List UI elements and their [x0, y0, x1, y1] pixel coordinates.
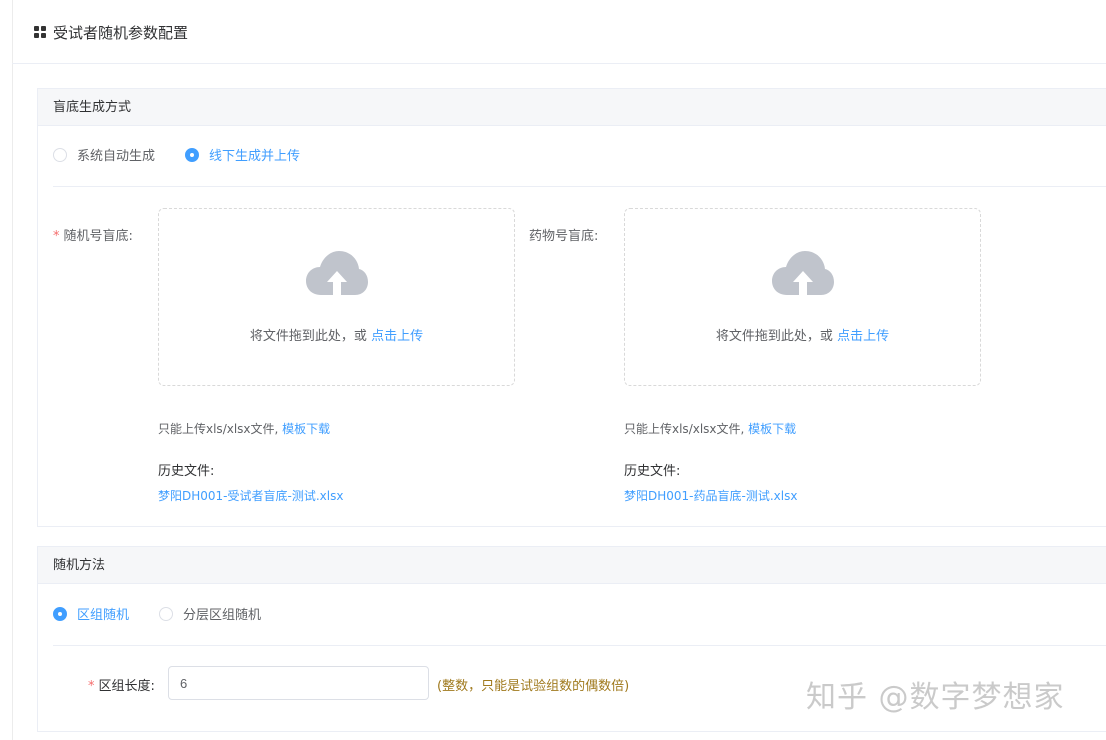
- block-length-hint: (整数，只能是试验组数的偶数倍): [437, 679, 630, 694]
- drug-history-file-link[interactable]: 梦阳DH001-药品盲底-测试.xlsx: [624, 487, 797, 504]
- drug-upload-tip: 只能上传xls/xlsx文件, 模板下载: [624, 420, 796, 437]
- radio-auto-generate[interactable]: 系统自动生成: [53, 145, 155, 164]
- radio-block-random[interactable]: 区组随机: [53, 604, 129, 623]
- drug-tip-text: 只能上传xls/xlsx文件,: [624, 422, 749, 436]
- blind-method-radio-group: 系统自动生成 线下生成并上传: [53, 145, 330, 164]
- radio-label-block: 区组随机: [77, 608, 130, 623]
- required-mark: *: [88, 679, 95, 694]
- radio-dot-block[interactable]: [53, 606, 67, 621]
- random-tip-text: 只能上传xls/xlsx文件,: [158, 422, 283, 436]
- blind-divider: [53, 186, 1106, 187]
- cloud-upload-icon: [772, 251, 834, 295]
- grid-icon: [34, 26, 46, 38]
- required-mark: *: [53, 229, 60, 244]
- random-upload-text: 将文件拖到此处，或 点击上传: [159, 325, 514, 344]
- random-blind-label-text: 随机号盲底:: [63, 229, 133, 244]
- drug-upload-text: 将文件拖到此处，或 点击上传: [625, 325, 980, 344]
- radio-label-offline: 线下生成并上传: [209, 149, 301, 164]
- random-click-upload-link[interactable]: 点击上传: [371, 329, 423, 344]
- drug-blind-label: 药物号盲底:: [529, 229, 599, 244]
- cloud-upload-icon: [306, 251, 368, 295]
- watermark: 知乎 @数字梦想家: [806, 680, 1065, 715]
- drug-drop-text: 将文件拖到此处，或: [715, 329, 838, 344]
- drug-upload-dropzone[interactable]: 将文件拖到此处，或 点击上传: [624, 208, 981, 386]
- block-length-label: * 区组长度:: [88, 675, 155, 694]
- random-drop-text: 将文件拖到此处，或: [249, 329, 372, 344]
- random-blind-label: * 随机号盲底:: [53, 225, 133, 244]
- method-divider: [53, 645, 1106, 646]
- drug-click-upload-link[interactable]: 点击上传: [837, 329, 889, 344]
- drug-template-download-link[interactable]: 模板下载: [748, 422, 796, 436]
- random-history-file-link[interactable]: 梦阳DH001-受试者盲底-测试.xlsx: [158, 487, 343, 504]
- random-method-radio-group: 区组随机 分层区组随机: [53, 604, 291, 623]
- block-length-label-text: 区组长度:: [98, 679, 155, 694]
- drug-history-title: 历史文件:: [624, 464, 681, 479]
- block-length-input[interactable]: [168, 666, 429, 700]
- radio-dot-stratified[interactable]: [159, 606, 174, 621]
- radio-offline-upload[interactable]: 线下生成并上传: [185, 145, 300, 164]
- random-method-title: 随机方法: [38, 547, 1106, 584]
- random-history-title: 历史文件:: [158, 464, 215, 479]
- blind-method-title: 盲底生成方式: [38, 89, 1106, 126]
- random-template-download-link[interactable]: 模板下载: [282, 422, 330, 436]
- radio-label-auto: 系统自动生成: [77, 149, 156, 164]
- radio-dot-auto[interactable]: [53, 147, 67, 162]
- radio-stratified-block-random[interactable]: 分层区组随机: [159, 604, 261, 623]
- radio-label-stratified: 分层区组随机: [183, 608, 262, 623]
- random-upload-tip: 只能上传xls/xlsx文件, 模板下载: [158, 420, 330, 437]
- radio-dot-offline[interactable]: [185, 147, 200, 162]
- random-upload-dropzone[interactable]: 将文件拖到此处，或 点击上传: [158, 208, 515, 386]
- page-title: 受试者随机参数配置: [53, 24, 189, 42]
